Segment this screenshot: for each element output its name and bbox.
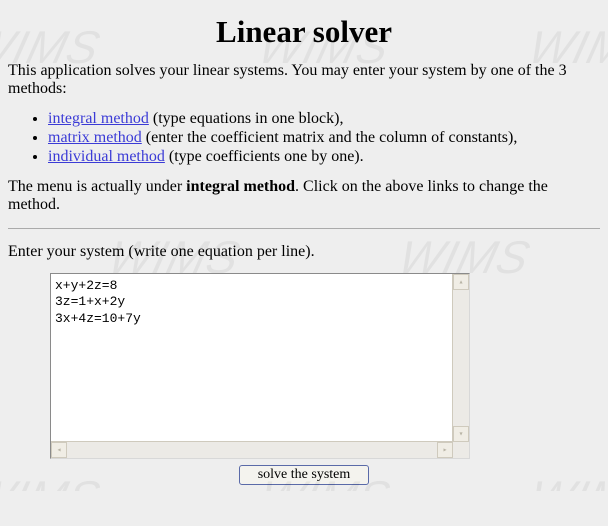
scrollbar-horizontal[interactable]: ◂ ▸ <box>51 441 453 458</box>
scroll-up-icon[interactable]: ▴ <box>453 274 469 290</box>
list-item: matrix method (enter the coefficient mat… <box>48 129 600 147</box>
scroll-corner <box>452 441 469 458</box>
solve-button[interactable]: solve the system <box>239 465 370 485</box>
current-method-text: The menu is actually under integral meth… <box>8 178 600 214</box>
method-desc: (type coefficients one by one). <box>165 148 364 165</box>
matrix-method-link[interactable]: matrix method <box>48 129 142 146</box>
enter-prompt: Enter your system (write one equation pe… <box>8 243 600 261</box>
scroll-down-icon[interactable]: ▾ <box>453 426 469 442</box>
scroll-left-icon[interactable]: ◂ <box>51 442 67 458</box>
intro-text: This application solves your linear syst… <box>8 62 600 98</box>
page-title: Linear solver <box>8 14 600 50</box>
system-input[interactable]: x+y+2z=8 3z=1+x+2y 3x+4z=10+7y ▴ ▾ ◂ ▸ <box>50 273 470 459</box>
list-item: individual method (type coefficients one… <box>48 148 600 166</box>
integral-method-link[interactable]: integral method <box>48 110 149 127</box>
method-desc: (enter the coefficient matrix and the co… <box>142 129 518 146</box>
system-input-text[interactable]: x+y+2z=8 3z=1+x+2y 3x+4z=10+7y <box>55 278 465 327</box>
current-method-name: integral method <box>186 178 295 195</box>
list-item: integral method (type equations in one b… <box>48 110 600 128</box>
scrollbar-vertical[interactable]: ▴ ▾ <box>452 274 469 442</box>
methods-list: integral method (type equations in one b… <box>8 110 600 166</box>
scroll-right-icon[interactable]: ▸ <box>437 442 453 458</box>
individual-method-link[interactable]: individual method <box>48 148 165 165</box>
divider <box>8 228 600 229</box>
method-desc: (type equations in one block), <box>149 110 344 127</box>
